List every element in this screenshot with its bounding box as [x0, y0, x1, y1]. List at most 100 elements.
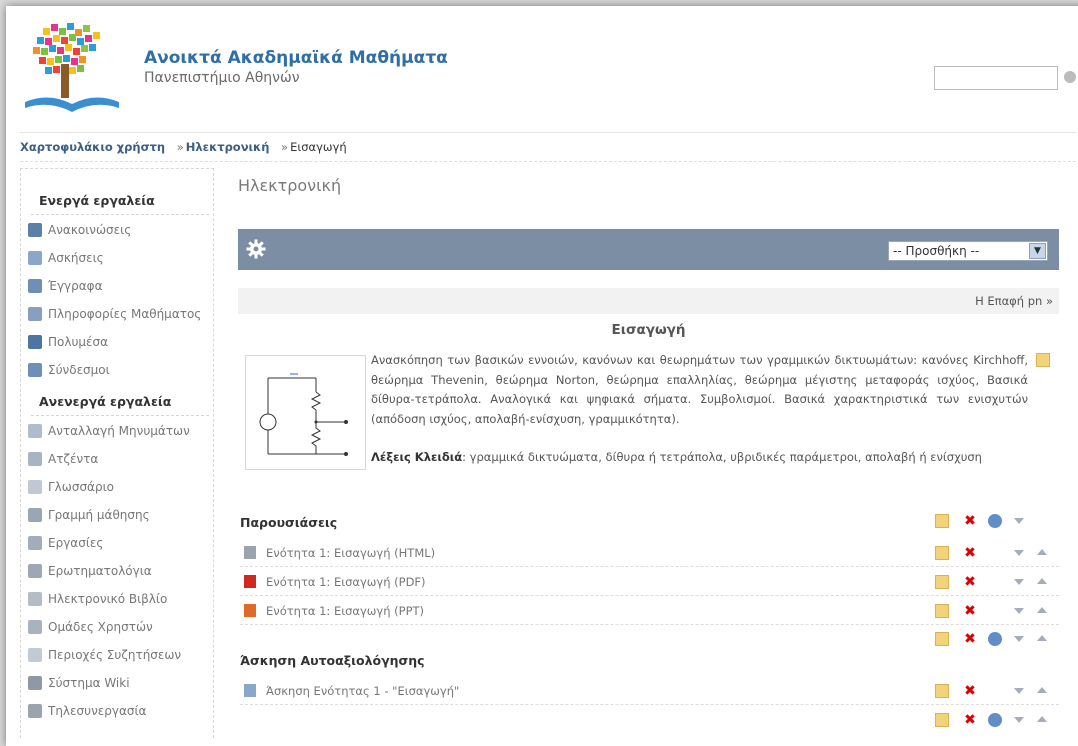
sidebar-inactive-item[interactable]: Γραμμή μάθησης — [28, 506, 150, 524]
delete-icon[interactable]: ✖ — [963, 514, 977, 528]
messages-icon — [28, 424, 42, 438]
visibility-icon[interactable] — [988, 632, 1002, 646]
course-toolbar: -- Προσθήκη -- ▼ — [238, 229, 1059, 270]
edit-icon[interactable] — [935, 713, 949, 727]
sidebar-active-item[interactable]: Πληροφορίες Μαθήματος — [28, 305, 201, 323]
delete-icon[interactable]: ✖ — [963, 575, 977, 589]
circuit-diagram-image — [245, 355, 366, 470]
resource-link[interactable]: Άσκηση Ενότητας 1 - "Εισαγωγή" — [266, 684, 459, 698]
documents-icon — [28, 279, 42, 293]
move-down-icon[interactable] — [1014, 688, 1024, 694]
sidebar-item-label: Ατζέντα — [48, 452, 99, 466]
sidebar-active-item[interactable]: Ασκήσεις — [28, 249, 104, 267]
gear-icon[interactable] — [246, 239, 266, 259]
exercise-icon — [244, 684, 256, 697]
sidebar-item-label: Πολυμέσα — [48, 335, 109, 349]
move-down-icon[interactable] — [1014, 518, 1024, 524]
move-down-icon[interactable] — [1014, 550, 1024, 556]
move-up-icon[interactable] — [1037, 578, 1047, 584]
breadcrumb-separator: » — [281, 140, 289, 154]
search-icon[interactable] — [1064, 71, 1076, 83]
questionnaire-icon — [28, 564, 42, 578]
section-title: Άσκηση Αυτοαξιολόγησης — [240, 653, 425, 668]
unit-description: Ανασκόπηση των βασικών εννοιών, κανόνων … — [371, 353, 1028, 426]
sidebar-inactive-item[interactable]: Ατζέντα — [28, 450, 98, 468]
sidebar-item-label: Σύστημα Wiki — [48, 676, 130, 690]
move-down-icon[interactable] — [1014, 636, 1024, 642]
edit-icon[interactable] — [935, 575, 949, 589]
delete-icon[interactable]: ✖ — [963, 713, 977, 727]
keywords: Λέξεις Κλειδιά: γραμμικά δικτυώματα, δίθ… — [371, 450, 1031, 464]
keywords-label: Λέξεις Κλειδιά — [371, 450, 463, 464]
move-up-icon[interactable] — [1037, 687, 1047, 693]
sidebar-active-item[interactable]: Έγγραφα — [28, 277, 103, 295]
sidebar-inactive-item[interactable]: Ηλεκτρονικό Βιβλίο — [28, 590, 167, 608]
sidebar-active-item[interactable]: Πολυμέσα — [28, 333, 108, 351]
ppt-file-icon — [244, 604, 256, 617]
tag-icon — [28, 307, 42, 321]
ebook-icon — [28, 592, 42, 606]
wiki-icon — [28, 676, 42, 690]
sidebar-inactive-item[interactable]: Ομάδες Χρηστών — [28, 618, 153, 636]
resource-row: Άσκηση Ενότητας 1 - "Εισαγωγή" ✖ — [240, 677, 1059, 705]
move-up-icon[interactable] — [1037, 549, 1047, 555]
multimedia-icon — [28, 335, 42, 349]
sidebar: Ενεργά εργαλεία Ανακοινώσεις Ασκήσεις Έγγρ… — [20, 168, 214, 738]
sidebar-inactive-item[interactable]: Τηλεσυνεργασία — [28, 702, 146, 720]
sidebar-item-label: Ομάδες Χρηστών — [48, 620, 153, 634]
links-icon — [28, 363, 42, 377]
move-down-icon[interactable] — [1014, 608, 1024, 614]
chevron-down-icon[interactable]: ▼ — [1029, 243, 1046, 259]
delete-icon[interactable]: ✖ — [963, 684, 977, 698]
resource-link[interactable]: Ενότητα 1: Εισαγωγή (PPT) — [266, 604, 424, 618]
sidebar-active-item[interactable]: Ανακοινώσεις — [28, 221, 131, 239]
course-title: Ηλεκτρονική — [238, 176, 342, 195]
resource-row: Ενότητα 1: Εισαγωγή (PPT) ✖ — [240, 597, 1059, 625]
delete-icon[interactable]: ✖ — [963, 604, 977, 618]
sidebar-inactive-item[interactable]: Σύστημα Wiki — [28, 674, 130, 692]
breadcrumb-portfolio[interactable]: Χαρτοφυλάκιο χρήστη — [20, 140, 165, 154]
edit-icon[interactable] — [935, 514, 949, 528]
edit-icon[interactable] — [935, 546, 949, 560]
sidebar-item-label: Γλωσσάριο — [48, 480, 114, 494]
delete-icon[interactable]: ✖ — [963, 546, 977, 560]
resource-link[interactable]: Ενότητα 1: Εισαγωγή (PDF) — [266, 575, 426, 589]
divider — [31, 214, 209, 215]
breadcrumb: Χαρτοφυλάκιο χρήστη » Ηλεκτρονική » Εισαγω… — [20, 132, 1076, 162]
edit-icon[interactable] — [1036, 353, 1050, 367]
move-up-icon[interactable] — [1037, 607, 1047, 613]
edit-icon[interactable] — [935, 604, 949, 618]
sidebar-inactive-item[interactable]: Ανταλλαγή Μηνυμάτων — [28, 422, 190, 440]
breadcrumb-course[interactable]: Ηλεκτρονική — [186, 140, 270, 154]
agenda-icon — [28, 452, 42, 466]
sidebar-item-label: Ανακοινώσεις — [48, 223, 132, 237]
resource-link[interactable]: Ενότητα 1: Εισαγωγή (HTML) — [266, 546, 435, 560]
next-unit-link[interactable]: Η Επαφή pn » — [975, 294, 1053, 308]
search-input[interactable] — [934, 66, 1058, 90]
sidebar-item-label: Σύνδεσμοι — [48, 363, 110, 377]
sidebar-item-label: Εργασίες — [48, 536, 104, 550]
sidebar-active-item[interactable]: Σύνδεσμοι — [28, 361, 110, 379]
section-title: Παρουσιάσεις — [240, 515, 338, 530]
move-up-icon[interactable] — [1037, 716, 1047, 722]
delete-icon[interactable]: ✖ — [963, 632, 977, 646]
site-subtitle: Πανεπιστήμιο Αθηνών — [144, 70, 300, 86]
divider — [31, 415, 209, 416]
unit-title: Εισαγωγή — [611, 322, 686, 338]
edit-icon[interactable] — [935, 684, 949, 698]
site-title[interactable]: Ανοικτά Ακαδημαϊκά Μαθήματα — [144, 48, 448, 68]
edit-icon[interactable] — [935, 632, 949, 646]
move-up-icon[interactable] — [1037, 635, 1047, 641]
move-down-icon[interactable] — [1014, 579, 1024, 585]
sidebar-inactive-item[interactable]: Γλωσσάριο — [28, 478, 114, 496]
sidebar-inactive-item[interactable]: Περιοχές Συζητήσεων — [28, 646, 181, 664]
sidebar-inactive-item[interactable]: Εργασίες — [28, 534, 103, 552]
breadcrumb-current: Εισαγωγή — [290, 140, 347, 154]
move-down-icon[interactable] — [1014, 717, 1024, 723]
add-select[interactable]: -- Προσθήκη -- ▼ — [888, 241, 1048, 261]
inactive-tools-heading: Ανενεργά εργαλεία — [39, 394, 172, 409]
visibility-icon[interactable] — [988, 514, 1002, 528]
active-tools-heading: Ενεργά εργαλεία — [39, 193, 155, 208]
visibility-icon[interactable] — [988, 713, 1002, 727]
sidebar-inactive-item[interactable]: Ερωτηματολόγια — [28, 562, 152, 580]
